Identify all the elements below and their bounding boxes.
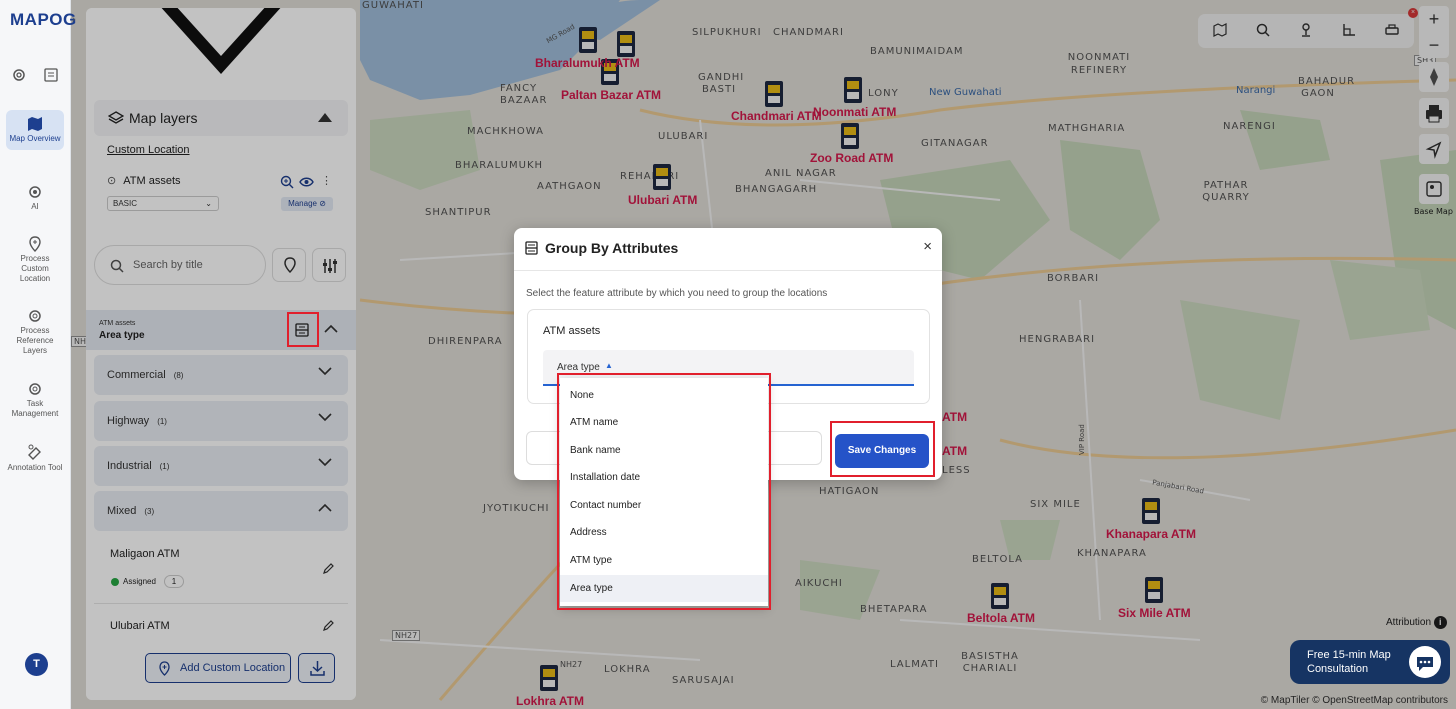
layer-row[interactable]: ⊙ ATM assets [107,174,181,187]
dialog-description: Select the feature attribute by which yo… [526,288,828,299]
shield-logo-icon [161,8,281,74]
caret-up-icon: ▲ [605,361,613,370]
avatar[interactable]: T [25,653,48,676]
task-gear-icon [29,383,41,395]
dialog-title: Group By Attributes [545,240,679,256]
download-button[interactable] [298,653,335,683]
category-count: (1) [157,417,167,426]
location-name: Maligaon ATM [110,548,180,560]
status-badge: Assigned [123,577,156,586]
ai-gear-icon [29,186,41,198]
dialog-divider [514,270,942,271]
category-count: (3) [144,507,155,516]
rail-item-process-custom-location[interactable]: Process Custom Location [6,236,64,284]
notes-icon[interactable] [43,67,59,83]
assigned-count: 1 [164,575,184,588]
rail-item-label: Process Reference Layers [16,326,54,355]
style-select-value: BASIC [113,199,138,208]
layers-gear-icon [29,310,41,322]
map-layers-title: Map layers [129,110,198,126]
highlight-dropdown [557,373,771,610]
download-icon [310,661,325,676]
rail-item-process-reference-layers[interactable]: Process Reference Layers [6,308,64,356]
manage-label: Manage [288,199,317,208]
map-layers-header[interactable]: Map layers [94,100,348,136]
attribute-select-value: Area type [557,362,600,373]
category-name: Commercial [107,369,166,381]
add-location-pin-icon [159,661,170,676]
category-name: Highway [107,415,150,427]
annotation-icon [28,444,41,460]
layer-style-select[interactable]: BASIC ⌄ [107,196,219,211]
layers-panel: Map layers Custom Location ⊙ ATM assets … [86,8,356,700]
search-input[interactable]: Search by title [94,245,266,285]
search-icon [110,259,124,273]
rail-item-label: Map Overview [9,134,61,143]
rail-item-label: Task Management [11,399,59,418]
rail-item-annotation-tool[interactable]: Annotation Tool [6,443,64,473]
chevron-down-icon [318,367,332,376]
layers-icon [108,111,124,124]
consultation-widget[interactable]: Free 15-min Map Consultation [1290,640,1450,684]
search-placeholder: Search by title [133,259,203,271]
consult-line1: Free 15-min Map [1307,649,1391,661]
category-count: (1) [159,462,170,471]
manage-button[interactable]: Manage ⊘ [281,197,333,211]
location-name: Ulubari ATM [110,620,170,632]
rail-item-ai[interactable]: AI [6,184,64,212]
location-pin-icon [284,257,296,274]
category-commercial[interactable]: Commercial (8) [94,355,348,395]
group-attribute: Area type [99,330,145,341]
rail-item-task-management[interactable]: Task Management [6,381,64,419]
list-item[interactable]: Maligaon ATM Assigned 1 [94,538,348,604]
pin-filter-button[interactable] [272,248,306,282]
chevron-down-icon [318,458,332,467]
group-by-icon [525,241,538,255]
chevron-down-icon: ⌄ [205,199,212,208]
category-name: Industrial [107,460,152,472]
edit-pencil-icon[interactable] [322,620,334,632]
collapse-chevron-icon[interactable]: › [72,14,75,25]
location-pin-icon [29,236,41,252]
group-layer-name: ATM assets [99,320,136,327]
location-pin-icon: ⊙ [107,175,117,187]
rail-item-label: AI [31,202,39,211]
chevron-up-icon [318,503,332,512]
add-custom-location-button[interactable]: Add Custom Location [145,653,291,683]
category-mixed[interactable]: Mixed (3) [94,491,348,531]
rail-item-label: Process Custom Location [19,254,51,283]
left-rail: MAPOG › Map Overview AI Process Custom L… [0,0,76,709]
sliders-icon [323,259,337,273]
more-options-icon[interactable]: ⋮ [321,174,332,187]
fieldset-title: ATM assets [543,325,601,337]
chevron-up-icon[interactable] [318,113,332,122]
rail-item-map-overview[interactable]: Map Overview [6,110,64,150]
category-name: Mixed [107,505,137,517]
highlight-group-by [287,312,319,347]
rail-item-label: Annotation Tool [7,463,63,472]
zoom-to-layer-icon[interactable] [280,175,294,189]
edit-pencil-icon[interactable] [322,563,334,575]
consult-line2: Consultation [1307,663,1369,675]
chat-icon[interactable] [1408,645,1442,679]
category-highway[interactable]: Highway (1) [94,401,348,441]
app-logo[interactable]: MAPOG [10,10,77,30]
close-icon[interactable]: × [923,238,932,255]
map-icon [28,117,42,131]
category-industrial[interactable]: Industrial (1) [94,446,348,486]
filter-settings-button[interactable] [312,248,346,282]
category-count: (8) [173,371,184,380]
eye-icon[interactable] [299,176,314,188]
settings-gear-icon[interactable] [11,67,27,83]
highlight-save-button [830,421,935,477]
list-item[interactable]: Ulubari ATM [94,610,348,644]
layer-name: ATM assets [123,175,181,187]
add-button-label: Add Custom Location [180,662,286,674]
status-dot [111,578,119,586]
chevron-up-icon[interactable] [324,324,338,333]
chevron-down-icon [318,413,332,422]
custom-location-link[interactable]: Custom Location [107,144,190,156]
